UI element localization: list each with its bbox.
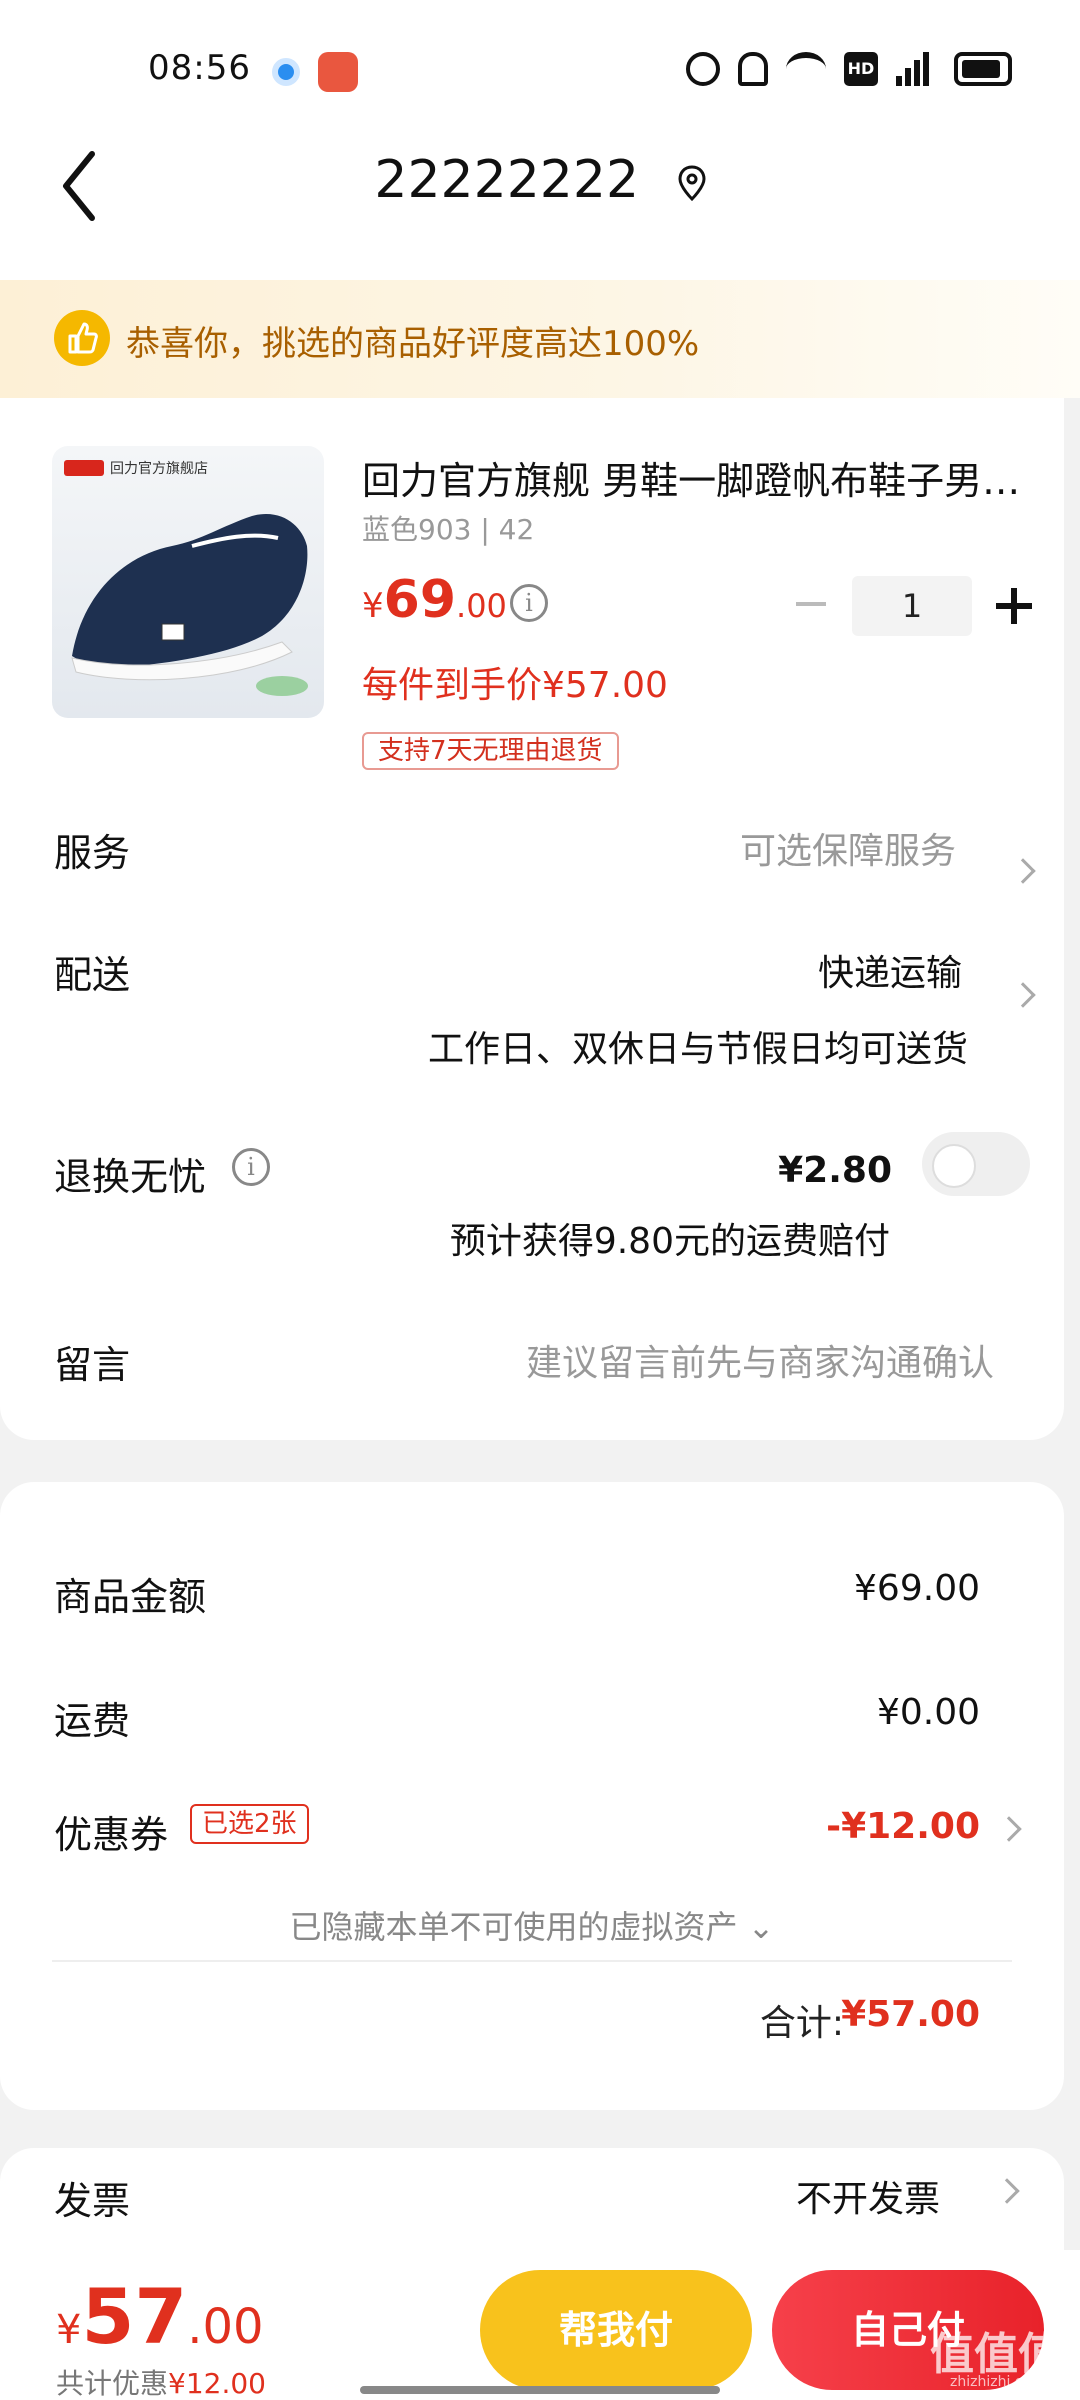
worry-free-label: 退换无忧 — [54, 1155, 207, 1199]
price-decimal: .00 — [456, 587, 507, 625]
delivery-sub: 工作日、双休日与节假日均可送货 — [427, 1029, 968, 1070]
invoice-chevron-icon[interactable] — [994, 2178, 1020, 2204]
hidden-assets-toggle[interactable]: 已隐藏本单不可使用的虚拟资产 ⌄ — [0, 1902, 1064, 1948]
quantity-input[interactable]: 1 — [852, 576, 972, 636]
delivery-value[interactable]: 快递运输 — [818, 944, 962, 996]
product-title[interactable]: 回力官方旗舰 男鞋一脚蹬帆布鞋子男… — [362, 450, 1022, 505]
wifi-icon — [786, 52, 826, 86]
checkout-decimal: .00 — [187, 2299, 264, 2355]
order-card: 回力官方旗舰店 回力官方旗舰 男鞋一脚蹬帆布鞋子男… 蓝色903 | 42 ¥6… — [0, 398, 1064, 1440]
price-info-icon[interactable]: i — [510, 584, 548, 622]
increase-quantity-button[interactable] — [996, 588, 1032, 624]
status-icons: HD — [686, 52, 1012, 86]
location-dot-icon — [272, 58, 300, 86]
price-integer: 69 — [383, 570, 457, 630]
status-time: 08:56 — [148, 48, 251, 88]
freight-value: ¥0.00 — [876, 1692, 980, 1733]
coupon-label: 优惠券 — [54, 1813, 169, 1857]
nav-bar: 22222222 — [0, 140, 1080, 270]
worry-free-info-icon[interactable]: i — [232, 1148, 270, 1186]
shoe-illustration — [71, 514, 308, 696]
invoice-label: 发票 — [54, 2179, 131, 2223]
product-spec[interactable]: 蓝色903 | 42 — [362, 508, 534, 548]
checkout-integer: 57 — [81, 2272, 188, 2361]
divider — [52, 1960, 1012, 1962]
app-notification-icon — [318, 52, 358, 92]
banner-text: 恭喜你，挑选的商品好评度高达100% — [126, 324, 700, 364]
total-label: 合计: — [759, 2003, 844, 2044]
status-bar: 08:56 HD — [0, 0, 1080, 140]
coupon-chevron-icon[interactable] — [996, 1816, 1022, 1842]
watermark: 值值值 — [930, 2329, 1062, 2380]
note-label: 留言 — [54, 1343, 131, 1387]
price-currency: ¥ — [362, 586, 384, 626]
freight-label: 运费 — [54, 1699, 131, 1743]
quantity-stepper: 1 — [786, 576, 1032, 636]
goods-amount-value: ¥69.00 — [854, 1568, 980, 1609]
thumbs-up-icon — [54, 310, 110, 366]
checkout-bar: ¥57.00 共计优惠¥12.00 帮我付 自己付 — [0, 2250, 1080, 2400]
summary-card: 商品金额 ¥69.00 运费 ¥0.00 优惠券 已选2张 -¥12.00 已隐… — [0, 1482, 1064, 2110]
coupon-value[interactable]: -¥12.00 — [826, 1806, 980, 1847]
discount-prefix: 共计优惠 — [56, 2367, 169, 2400]
note-input[interactable]: 建议留言前先与商家沟通确认 — [526, 1334, 994, 1386]
return-policy-tag: 支持7天无理由退货 — [362, 732, 619, 770]
rating-banner: 恭喜你，挑选的商品好评度高达100% — [0, 280, 1080, 398]
coupon-badge: 已选2张 — [190, 1804, 309, 1844]
service-value[interactable]: 可选保障服务 — [740, 822, 956, 874]
worry-free-sub: 预计获得9.80元的运费赔付 — [449, 1221, 890, 1262]
checkout-total: ¥57.00 — [56, 2272, 264, 2361]
watermark-url: zhizhizhi.com — [950, 2374, 1045, 2390]
goods-amount-label: 商品金额 — [54, 1575, 207, 1619]
location-pin-icon — [678, 165, 706, 201]
product-image[interactable]: 回力官方旗舰店 — [52, 446, 324, 718]
hd-icon: HD — [844, 52, 878, 86]
discount-value: ¥12.00 — [168, 2367, 266, 2400]
decrease-quantity-button[interactable] — [796, 602, 826, 606]
total-value: ¥57.00 — [841, 1994, 980, 2035]
signal-5g-icon — [896, 52, 936, 86]
invoice-value[interactable]: 不开发票 — [796, 2170, 940, 2222]
battery-icon — [954, 52, 1012, 86]
address-title[interactable]: 22222222 — [0, 150, 1080, 210]
total-discount: 共计优惠¥12.00 — [56, 2362, 266, 2400]
alarm-icon — [686, 52, 720, 86]
home-indicator[interactable] — [360, 2386, 720, 2394]
mute-bell-icon — [738, 52, 768, 86]
worry-free-toggle[interactable] — [922, 1132, 1030, 1196]
delivery-label: 配送 — [54, 953, 131, 997]
service-label: 服务 — [54, 831, 131, 875]
address-name: 22222222 — [374, 150, 640, 210]
checkout-currency: ¥ — [56, 2307, 82, 2353]
product-price: ¥69.00 — [362, 570, 507, 630]
help-me-pay-button[interactable]: 帮我付 — [480, 2270, 752, 2390]
worry-free-price: ¥2.80 — [778, 1150, 892, 1191]
arrival-price: 每件到手价¥57.00 — [362, 665, 668, 706]
